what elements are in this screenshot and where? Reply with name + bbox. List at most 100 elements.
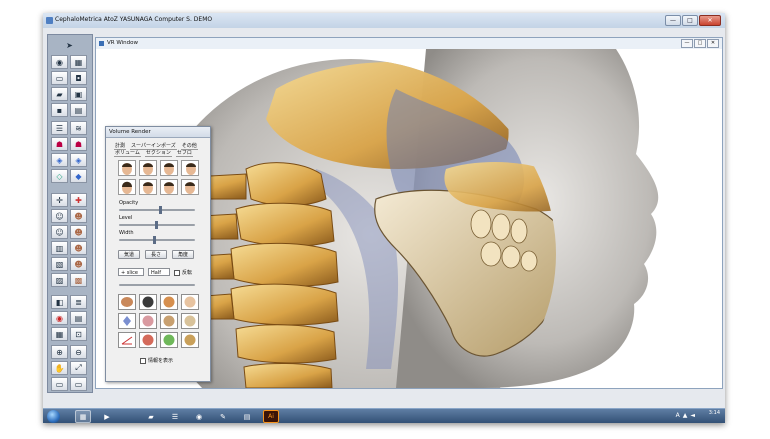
teeth-icon[interactable]: ▥ [51,241,68,255]
jaw-icon[interactable]: ▧ [51,257,68,271]
measure-icon[interactable]: ⊡ [70,327,87,341]
save-icon[interactable]: ▪ [51,103,68,117]
clock[interactable]: 3:14 [709,410,720,417]
photo-icon[interactable]: ▩ [70,273,87,287]
volume-alt-icon[interactable]: ◈ [70,153,87,167]
face-overlay-icon[interactable]: ☻ [70,257,87,271]
level-slider-thumb[interactable] [155,221,159,229]
layers-icon[interactable]: ☰ [51,121,68,135]
thumbnails-icon[interactable]: ▭ [70,377,87,391]
explorer-taskbar-icon[interactable]: ▦ [75,410,91,423]
preset-skull-green[interactable] [160,332,178,348]
volume-icon[interactable]: ◄ [690,412,695,419]
preset-angle-tool[interactable] [118,332,136,348]
expand-icon[interactable]: ⤢ [70,361,87,375]
face-view-button[interactable] [160,160,178,176]
invert-checkbox-box[interactable] [174,269,180,276]
preset-skull-bone[interactable] [181,313,199,329]
face-scan-icon[interactable]: ☻ [70,241,87,255]
mesh-icon[interactable]: ◇ [51,169,68,183]
vr-maximize-button[interactable]: □ [694,39,706,48]
tab-section[interactable]: セクション [144,149,172,157]
face-front-icon[interactable]: ☻ [70,225,87,239]
preset-skeleton-blue[interactable] [118,313,136,329]
face-view-button[interactable] [118,179,136,195]
face-view-button[interactable] [160,179,178,195]
preset-skull-tan[interactable] [160,313,178,329]
record-icon[interactable]: ◉ [51,311,68,325]
tray-lang-indicator[interactable]: A [676,412,680,419]
level-slider[interactable] [119,221,195,229]
face-view-button[interactable] [118,160,136,176]
maximize-button[interactable]: □ [682,15,698,26]
arrow-cursor-icon[interactable]: ➤ [61,38,78,52]
mesh-alt-icon[interactable]: ◆ [70,169,87,183]
half-select[interactable]: Half [148,268,170,276]
preset-skin-render[interactable] [118,294,136,310]
crosshair-icon[interactable]: ✚ [70,193,87,207]
hand-icon[interactable]: ✋ [51,361,68,375]
skull-view-alt-icon[interactable]: ☗ [70,137,87,151]
preset-skull-pink[interactable] [139,313,157,329]
tab-volume[interactable]: ボリューム [114,149,141,157]
vr-minimize-button[interactable]: — [681,39,693,48]
angle-button[interactable]: 角度 [172,250,194,259]
face-view-button[interactable] [139,179,157,195]
media-taskbar-icon[interactable]: ▶ [99,410,115,423]
list-icon[interactable]: ≣ [70,295,87,309]
chrome-taskbar-icon[interactable]: ◉ [191,410,207,423]
show-info-checkbox[interactable]: 情報を表示 [140,357,173,364]
vr-close-button[interactable]: ✕ [707,39,719,48]
gallery-icon[interactable]: ▭ [51,377,68,391]
camera-icon[interactable]: ◘ [70,71,87,85]
volume-render-panel-title[interactable]: Volume Render [106,127,210,138]
preset-skull-red[interactable] [139,332,157,348]
cephalogram-icon[interactable]: ▨ [51,273,68,287]
preset-face-tan[interactable] [160,294,178,310]
skull-view-icon[interactable]: ☗ [51,137,68,151]
globe-icon[interactable]: ◉ [51,55,68,69]
image-icon[interactable]: ▣ [70,87,87,101]
paint-taskbar-icon[interactable]: ✎ [215,410,231,423]
face-view-button[interactable] [181,179,199,195]
start-button-icon[interactable] [47,410,60,423]
illustrator-taskbar-icon[interactable]: Ai [263,410,279,423]
zoom-in-icon[interactable]: ⊕ [51,345,68,359]
length-button[interactable]: 長さ [145,250,167,259]
folder-taskbar-icon[interactable]: ▰ [143,410,159,423]
face-view-button[interactable] [181,160,199,176]
tab-cephalo[interactable]: セフロ [175,149,193,157]
minimize-button[interactable]: — [665,15,681,26]
grid-icon[interactable]: ▦ [70,55,87,69]
folder-icon[interactable]: ▰ [51,87,68,101]
show-info-checkbox-box[interactable] [140,357,146,364]
close-button[interactable]: ✕ [699,15,721,26]
opacity-slider[interactable] [119,206,195,214]
airway-button[interactable]: 気道 [118,250,140,259]
opacity-slider-thumb[interactable] [158,206,162,214]
print-icon[interactable]: ▤ [70,103,87,117]
layers-alt-icon[interactable]: ≋ [70,121,87,135]
preset-face-light[interactable] [181,294,199,310]
preset-black-sphere[interactable] [139,294,157,310]
slice-slider[interactable] [119,284,195,286]
skull-side-icon[interactable]: ☺ [51,225,68,239]
zoom-out-icon[interactable]: ⊖ [70,345,87,359]
network-icon[interactable]: ▲ [683,412,688,419]
face-view-button[interactable] [139,160,157,176]
monitor-icon[interactable]: ▭ [51,71,68,85]
axis-icon[interactable]: ✛ [51,193,68,207]
document-icon[interactable]: ▤ [70,311,87,325]
skull-front-icon[interactable]: ☺ [51,209,68,223]
invert-checkbox[interactable]: 反転 [174,269,192,276]
width-slider-thumb[interactable] [153,236,157,244]
split-view-icon[interactable]: ◧ [51,295,68,309]
slice-select[interactable]: + slice [118,268,144,276]
teeth-model-icon[interactable]: ▦ [51,327,68,341]
notepad-taskbar-icon[interactable]: ▤ [239,410,255,423]
app-titlebar[interactable]: CephaloMetrica AtoZ YASUNAGA Computer S.… [43,13,725,29]
volume-icon[interactable]: ◈ [51,153,68,167]
width-slider[interactable] [119,236,195,244]
preset-skull-mixed[interactable] [181,332,199,348]
network-taskbar-icon[interactable]: ☰ [167,410,183,423]
